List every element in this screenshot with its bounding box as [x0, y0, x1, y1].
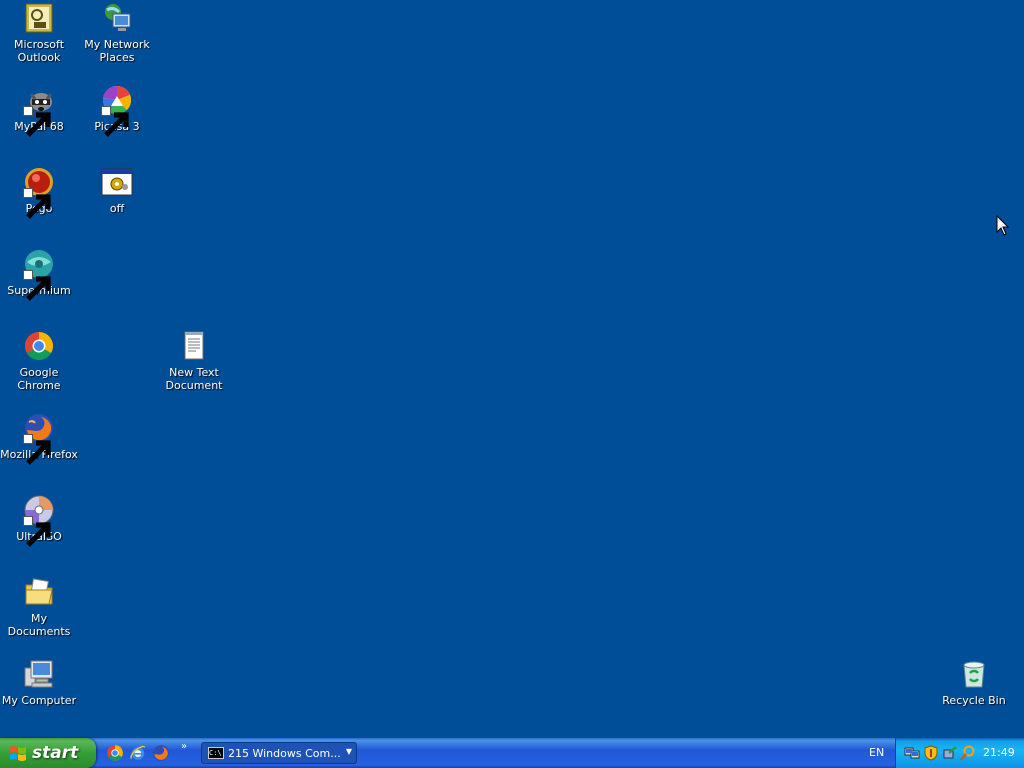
- firefox-icon: [23, 412, 55, 465]
- network-icon: [904, 747, 920, 759]
- desktop-icon-my-computer[interactable]: My Computer: [0, 658, 78, 707]
- chrome-icon: [23, 330, 55, 362]
- group-dropdown-icon: ▼: [345, 747, 352, 756]
- batch-file-icon: [101, 166, 133, 198]
- shortcut-arrow-icon: [23, 516, 51, 547]
- desktop-icon-label: Recycle Bin: [942, 694, 1006, 707]
- my-computer-icon: [23, 658, 55, 690]
- shortcut-arrow-icon: [23, 434, 51, 465]
- desktop-icon-label: My Computer: [1, 694, 77, 707]
- quick-launch-bar: [106, 744, 170, 762]
- search-icon: [960, 745, 975, 761]
- pego-icon: [23, 166, 55, 219]
- security-shield-icon: [924, 745, 938, 761]
- desktop-icon-label: Microsoft Outlook: [13, 38, 65, 64]
- tray-search[interactable]: [960, 745, 976, 761]
- shortcut-arrow-icon: [23, 188, 51, 219]
- mypal-icon: [23, 84, 55, 137]
- desktop-icon-picasa[interactable]: Picasa 3: [78, 84, 156, 137]
- my-documents-icon: [23, 576, 55, 608]
- network-places-icon: [101, 2, 133, 34]
- windows-logo-icon: [10, 746, 26, 761]
- quick-launch-internet-explorer[interactable]: [129, 744, 147, 762]
- taskbar-button-command-prompt[interactable]: C:\ 215 Windows Com... ▼: [201, 742, 357, 764]
- desktop: Microsoft Outlook My Network Places MyPa…: [0, 0, 1024, 738]
- desktop-icon-label: New Text Document: [165, 366, 223, 392]
- language-indicator[interactable]: EN: [869, 746, 884, 759]
- system-tray: 21:49: [895, 738, 1024, 768]
- desktop-icon-label: off: [109, 202, 125, 215]
- quick-launch-chrome[interactable]: [106, 744, 124, 762]
- desktop-icon-recycle-bin[interactable]: Recycle Bin: [935, 658, 1013, 707]
- clock[interactable]: 21:49: [983, 746, 1015, 759]
- text-document-icon: [178, 330, 210, 362]
- shortcut-arrow-icon: [23, 270, 51, 301]
- quick-launch-more-chevron[interactable]: »: [181, 741, 187, 752]
- desktop-icon-outlook[interactable]: Microsoft Outlook: [0, 2, 78, 64]
- shortcut-arrow-icon: [101, 106, 129, 137]
- desktop-icon-label: Google Chrome: [17, 366, 61, 392]
- command-prompt-icon: C:\: [208, 747, 224, 759]
- outlook-icon: [23, 2, 55, 34]
- desktop-icon-label: My Documents: [7, 612, 71, 638]
- chrome-icon: [107, 745, 123, 761]
- safely-remove-icon: [943, 746, 957, 759]
- desktop-icon-my-documents[interactable]: My Documents: [0, 576, 78, 638]
- recycle-bin-icon: [958, 658, 990, 690]
- tray-security[interactable]: [923, 745, 939, 761]
- desktop-icon-supermium[interactable]: Supermium: [0, 248, 78, 301]
- internet-explorer-icon: [130, 745, 146, 760]
- desktop-icon-off[interactable]: off: [78, 166, 156, 215]
- desktop-icon-pego[interactable]: Pego: [0, 166, 78, 219]
- supermium-icon: [23, 248, 55, 301]
- tray-network[interactable]: [904, 745, 920, 761]
- tray-safely-remove[interactable]: [942, 745, 958, 761]
- desktop-icon-label: My Network Places: [84, 38, 150, 64]
- mouse-cursor-icon: [996, 215, 1010, 236]
- taskbar-button-label: 215 Windows Com...: [228, 746, 341, 760]
- start-label: start: [32, 743, 79, 763]
- taskbar: start » C:\ 215 Windows Com... ▼ EN 21:4…: [0, 738, 1024, 768]
- desktop-icon-mypal[interactable]: MyPal 68: [0, 84, 78, 137]
- desktop-icon-new-text-document[interactable]: New Text Document: [155, 330, 233, 392]
- start-button[interactable]: start: [0, 738, 96, 768]
- desktop-icon-network-places[interactable]: My Network Places: [78, 2, 156, 64]
- picasa-icon: [101, 84, 133, 137]
- desktop-icon-firefox[interactable]: Mozilla Firefox: [0, 412, 78, 465]
- ultraiso-icon: [23, 494, 55, 547]
- desktop-icon-ultraiso[interactable]: UltraISO: [0, 494, 78, 547]
- desktop-icon-chrome[interactable]: Google Chrome: [0, 330, 78, 392]
- quick-launch-firefox[interactable]: [152, 744, 170, 762]
- shortcut-arrow-icon: [23, 106, 51, 137]
- firefox-icon: [153, 745, 169, 761]
